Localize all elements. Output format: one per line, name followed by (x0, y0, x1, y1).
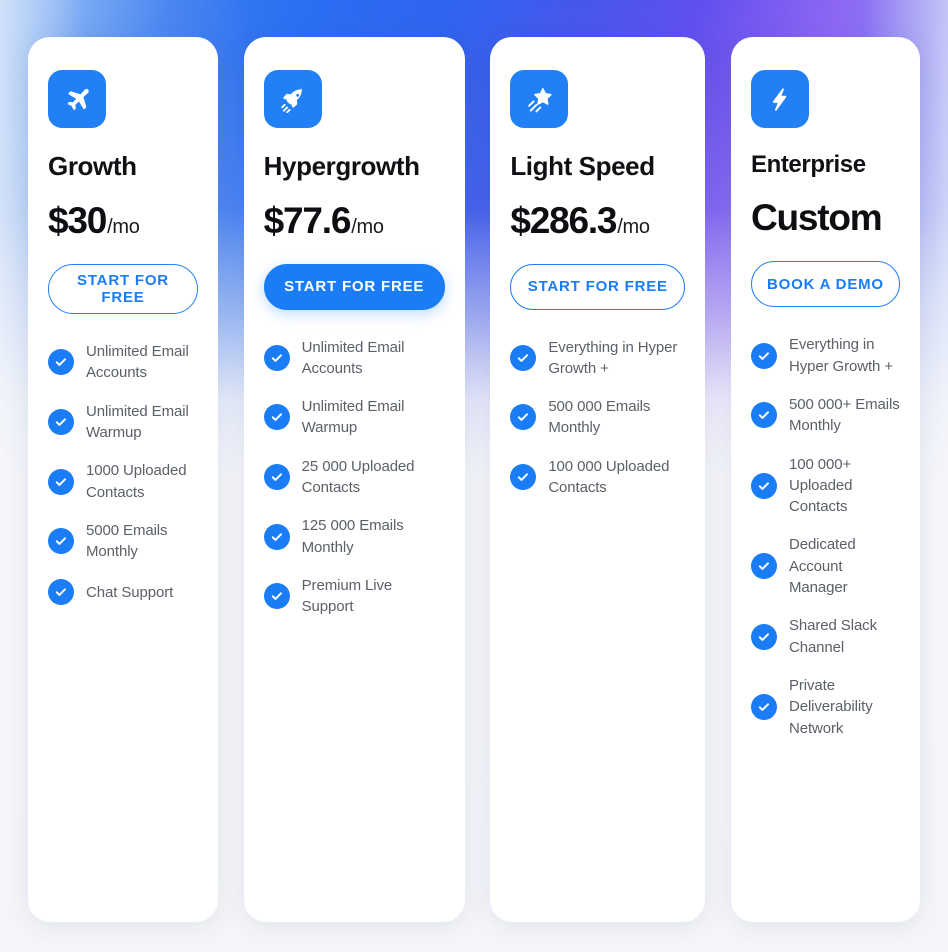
list-item: Chat Support (48, 579, 198, 606)
book-a-demo-button[interactable]: BOOK A DEMO (750, 261, 900, 308)
check-circle-icon (263, 523, 290, 550)
feature-label: Premium Live Support (301, 576, 393, 616)
check-circle-icon (263, 404, 290, 431)
feature-label: 500 000+ Emails Monthly (788, 395, 900, 435)
feature-label: Unlimited Email Accounts (86, 343, 189, 382)
list-item: Unlimited Email Warmup (48, 401, 198, 444)
feature-label: Private Deliverability Network (788, 676, 873, 737)
check-circle-icon (750, 472, 777, 499)
pricing-plan-list: Growth $30 /mo START FOR FREE Unlimited … (0, 0, 948, 952)
start-for-free-button[interactable]: START FOR FREE (48, 263, 198, 315)
plan-price: $30 /mo (48, 202, 198, 239)
feature-label: 500 000 Emails Monthly (548, 398, 651, 437)
plan-price: $77.6 /mo (264, 202, 445, 239)
list-item: 5000 Emails Monthly (48, 520, 198, 563)
plan-name: Hypergrowth (263, 151, 420, 181)
list-item: Unlimited Email Accounts (263, 337, 445, 380)
list-item: 100 000+ Uploaded Contacts (750, 454, 900, 518)
airplane-icon (48, 70, 106, 128)
list-item: 500 000+ Emails Monthly (750, 394, 900, 437)
feature-label: 125 000 Emails Monthly (301, 517, 404, 556)
feature-list: Everything in Hyper Growth + 500 000+ Em… (750, 334, 900, 739)
start-for-free-button[interactable]: START FOR FREE (263, 263, 445, 310)
pricing-card-light-speed[interactable]: Light Speed $286.3 /mo START FOR FREE Ev… (490, 37, 706, 922)
list-item: 500 000 Emails Monthly (510, 396, 685, 439)
feature-label: Unlimited Email Warmup (86, 402, 189, 441)
pricing-card-enterprise[interactable]: Enterprise Custom BOOK A DEMO Everything… (730, 37, 920, 922)
list-item: 1000 Uploaded Contacts (48, 460, 198, 503)
list-item: Everything in Hyper Growth + (510, 337, 685, 380)
feature-list: Unlimited Email Accounts Unlimited Email… (263, 337, 445, 618)
list-item: Unlimited Email Warmup (263, 396, 445, 439)
shooting-star-icon (510, 70, 569, 128)
feature-label: 1000 Uploaded Contacts (86, 462, 187, 501)
plan-price-amount: $286.3 (510, 199, 617, 241)
plan-price: $286.3 /mo (510, 202, 685, 239)
check-circle-icon (263, 583, 290, 610)
feature-list: Unlimited Email Accounts Unlimited Email… (48, 341, 198, 606)
feature-label: 5000 Emails Monthly (86, 521, 168, 561)
list-item: Everything in Hyper Growth + (750, 334, 900, 377)
pricing-card-hypergrowth[interactable]: Hypergrowth $77.6 /mo START FOR FREE Unl… (243, 37, 465, 922)
plan-price-unit: /mo (617, 215, 650, 238)
check-circle-icon (750, 342, 777, 369)
feature-list: Everything in Hyper Growth + 500 000 Ema… (510, 337, 685, 499)
list-item: Premium Live Support (263, 575, 445, 618)
check-circle-icon (263, 344, 290, 371)
check-circle-icon (48, 468, 74, 495)
plan-price-amount: $30 (48, 199, 107, 241)
check-circle-icon (263, 464, 290, 491)
list-item: Shared Slack Channel (750, 615, 900, 658)
check-circle-icon (48, 579, 74, 606)
list-item: Private Deliverability Network (750, 675, 900, 739)
feature-label: Unlimited Email Warmup (301, 398, 405, 437)
check-circle-icon (510, 344, 537, 371)
feature-label: 25 000 Uploaded Contacts (301, 457, 415, 497)
check-circle-icon (510, 464, 537, 491)
check-circle-icon (510, 404, 537, 431)
plan-name: Enterprise (750, 151, 866, 178)
plan-name: Light Speed (510, 151, 655, 181)
check-circle-icon (48, 349, 74, 376)
check-circle-icon (750, 553, 777, 580)
plan-price-unit: /mo (351, 215, 384, 238)
rocket-icon (263, 70, 322, 128)
lightning-bolt-icon (750, 70, 809, 128)
feature-label: Chat Support (86, 583, 174, 601)
feature-label: 100 000 Uploaded Contacts (548, 457, 670, 497)
start-for-free-button[interactable]: START FOR FREE (510, 263, 686, 310)
feature-label: Everything in Hyper Growth + (788, 336, 894, 375)
feature-label: Dedicated Account Manager (788, 536, 856, 597)
plan-name: Growth (48, 151, 137, 181)
feature-label: 100 000+ Uploaded Contacts (788, 455, 853, 516)
pricing-card-growth[interactable]: Growth $30 /mo START FOR FREE Unlimited … (28, 37, 218, 922)
check-circle-icon (48, 408, 74, 435)
plan-price-amount: $77.6 (263, 199, 352, 241)
feature-label: Everything in Hyper Growth + (548, 338, 678, 377)
list-item: 125 000 Emails Monthly (263, 515, 445, 558)
check-circle-icon (48, 528, 74, 555)
plan-price: Custom (751, 199, 900, 236)
list-item: Unlimited Email Accounts (48, 341, 198, 384)
plan-price-amount: Custom (750, 197, 883, 239)
list-item: 25 000 Uploaded Contacts (263, 456, 445, 499)
feature-label: Unlimited Email Accounts (301, 338, 405, 377)
plan-price-unit: /mo (107, 215, 140, 238)
list-item: Dedicated Account Manager (750, 534, 900, 598)
list-item: 100 000 Uploaded Contacts (510, 456, 685, 499)
check-circle-icon (750, 623, 777, 650)
check-circle-icon (750, 693, 777, 720)
check-circle-icon (750, 402, 777, 429)
feature-label: Shared Slack Channel (788, 617, 877, 656)
